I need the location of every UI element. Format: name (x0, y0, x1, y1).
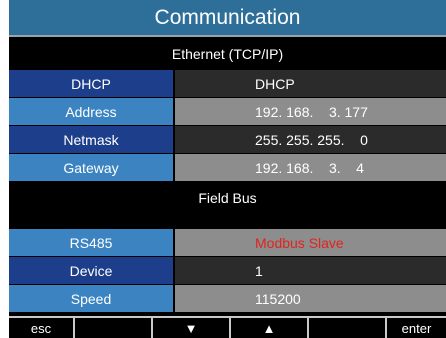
row-netmask[interactable]: Netmask 255. 255. 255. 0 (9, 126, 446, 153)
rs485-value[interactable]: Modbus Slave (175, 229, 446, 256)
device-screen: Communication Ethernet (TCP/IP) DHCP DHC… (9, 0, 446, 338)
row-label-rs485: RS485 (9, 229, 175, 256)
gateway-value[interactable]: 192. 168. 3. 4 (175, 154, 446, 181)
address-value[interactable]: 192. 168. 3. 177 (175, 98, 446, 125)
row-label-gateway: Gateway (9, 154, 175, 181)
speed-value[interactable]: 115200 (175, 285, 446, 312)
row-label-speed: Speed (9, 285, 175, 312)
enter-button[interactable]: enter (387, 318, 446, 338)
device-value[interactable]: 1 (175, 257, 446, 284)
softkey-blank-1[interactable] (75, 318, 153, 338)
softkey-bar: esc ▼ ▲ enter (9, 316, 446, 338)
row-device[interactable]: Device 1 (9, 257, 446, 284)
row-address[interactable]: Address 192. 168. 3. 177 (9, 98, 446, 125)
netmask-value[interactable]: 255. 255. 255. 0 (175, 126, 446, 153)
up-arrow-button[interactable]: ▲ (231, 318, 309, 338)
section-header-ethernet: Ethernet (TCP/IP) (9, 39, 446, 68)
row-dhcp[interactable]: DHCP DHCP (9, 70, 446, 97)
row-label-address: Address (9, 98, 175, 125)
dhcp-value[interactable]: DHCP (175, 70, 446, 97)
row-label-dhcp: DHCP (9, 70, 175, 97)
esc-button[interactable]: esc (9, 318, 75, 338)
down-arrow-button[interactable]: ▼ (153, 318, 231, 338)
section-header-fieldbus: Field Bus (9, 183, 446, 212)
row-speed[interactable]: Speed 115200 (9, 285, 446, 312)
row-label-device: Device (9, 257, 175, 284)
row-gateway[interactable]: Gateway 192. 168. 3. 4 (9, 154, 446, 181)
page-title: Communication (9, 0, 446, 37)
row-rs485[interactable]: RS485 Modbus Slave (9, 229, 446, 256)
softkey-blank-2[interactable] (309, 318, 387, 338)
row-label-netmask: Netmask (9, 126, 175, 153)
